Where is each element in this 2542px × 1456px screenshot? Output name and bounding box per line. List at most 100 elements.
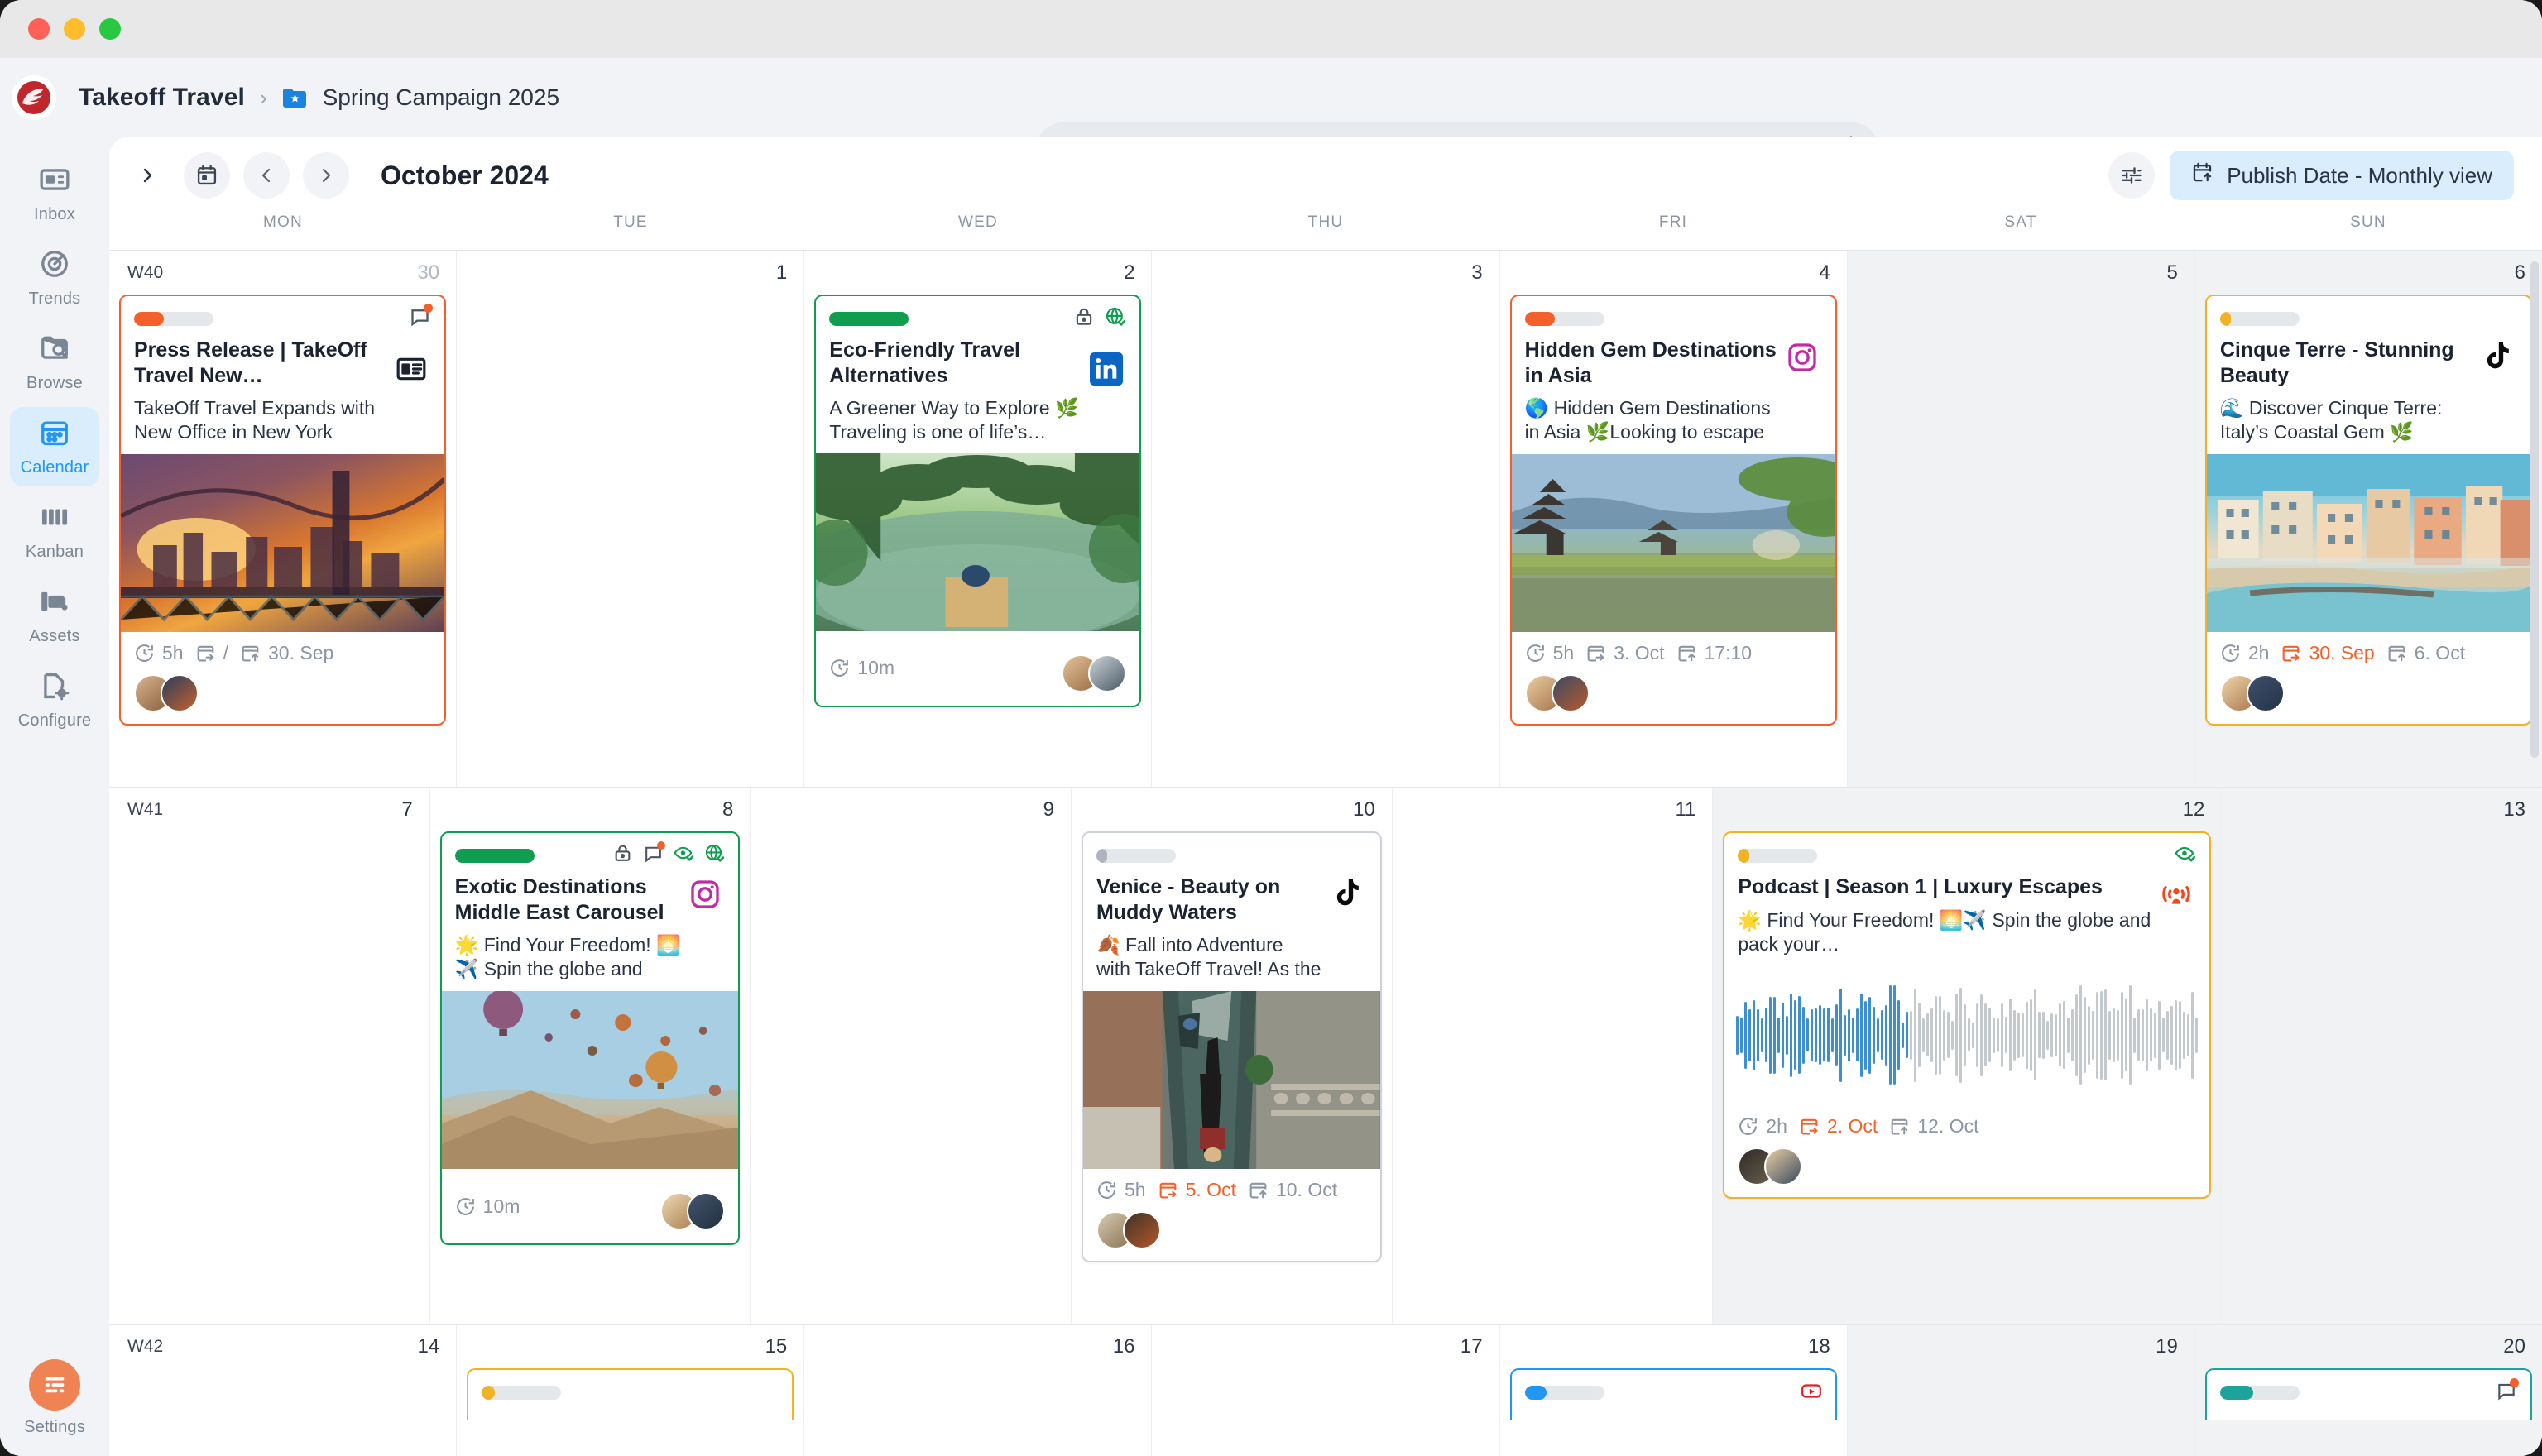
comment-badge-icon[interactable] bbox=[643, 841, 666, 868]
duration-meta: 2h bbox=[2220, 642, 2269, 664]
card-header bbox=[816, 296, 1139, 331]
content-card-hidden-gem[interactable]: Hidden Gem Destinations in Asia 🌎 Hidden… bbox=[1509, 295, 1837, 726]
content-card-press-release[interactable]: Press Release | TakeOff Travel New… Take… bbox=[119, 295, 447, 726]
content-card-podcast[interactable]: Podcast | Season 1 | Luxury Escapes 🌟 Fi… bbox=[1723, 831, 2212, 1200]
comment-badge-icon[interactable] bbox=[409, 304, 434, 332]
day-cell[interactable]: W41 7 bbox=[109, 788, 430, 1324]
publish-date-meta: 30. Sep bbox=[240, 642, 333, 664]
assignee-avatars[interactable] bbox=[660, 1192, 726, 1230]
calendar-toolbar: October 2024 Publish Date - Monthly view bbox=[109, 137, 2542, 213]
publish-date-meta: 10. Oct bbox=[1248, 1179, 1337, 1201]
lock-icon[interactable] bbox=[1073, 306, 1095, 332]
content-card-exotic-destinations[interactable]: Exotic Destinations Middle East Carousel… bbox=[439, 831, 741, 1245]
day-cell[interactable]: W42 14 bbox=[109, 1325, 458, 1456]
day-cell[interactable]: 1 bbox=[457, 251, 805, 787]
sidebar-item-kanban[interactable]: Kanban bbox=[10, 491, 99, 571]
close-window-button[interactable] bbox=[28, 18, 50, 40]
card-body: Cinque Terre - Stunning Beauty 🌊 Discove… bbox=[2207, 331, 2530, 454]
content-card-stub[interactable] bbox=[1509, 1368, 1837, 1420]
assignee-avatars[interactable] bbox=[1524, 674, 1822, 712]
day-cell[interactable]: 18 bbox=[1500, 1325, 1848, 1456]
globe-check-icon[interactable] bbox=[704, 843, 725, 868]
card-meta-row: 5h 5. Oct 10. Oct bbox=[1096, 1179, 1367, 1201]
card-badges bbox=[2175, 843, 2196, 869]
tiktok-icon bbox=[2481, 339, 2517, 376]
assignee-avatars[interactable] bbox=[1096, 1211, 1367, 1249]
assignee-avatars[interactable] bbox=[1738, 1147, 2196, 1186]
day-cell[interactable]: 16 bbox=[804, 1325, 1153, 1456]
minimize-window-button[interactable] bbox=[64, 18, 85, 40]
maximize-window-button[interactable] bbox=[99, 18, 121, 40]
day-number: 6 bbox=[2514, 261, 2525, 284]
day-number-row: 8 bbox=[439, 788, 742, 831]
project-name[interactable]: Spring Campaign 2025 bbox=[323, 84, 559, 111]
day-cell[interactable]: 19 bbox=[1847, 1325, 2195, 1456]
content-card-eco-friendly[interactable]: Eco-Friendly Travel Alternatives A Green… bbox=[814, 295, 1142, 707]
calendar-week-row: W41 7 8 Exotic Destinations Middle East … bbox=[109, 787, 2542, 1324]
sidebar-item-assets[interactable]: Assets bbox=[10, 576, 99, 655]
day-cell[interactable]: 12 Podcast | Season 1 | Luxury Escapes 🌟… bbox=[1713, 788, 2223, 1324]
assignee-avatars[interactable] bbox=[134, 674, 431, 712]
expand-sidebar-button[interactable] bbox=[124, 152, 170, 199]
day-cell[interactable]: 5 bbox=[1847, 251, 2195, 787]
day-cell[interactable]: W40 30 Press Release | TakeOff Travel Ne… bbox=[109, 251, 458, 787]
due-date-meta: 2. Oct bbox=[1799, 1115, 1878, 1138]
duration-value: 2h bbox=[1766, 1115, 1787, 1138]
due-date-meta: / bbox=[195, 642, 228, 664]
assignee-avatars[interactable] bbox=[2219, 674, 2517, 712]
sidebar-item-settings[interactable]: Settings bbox=[10, 1350, 99, 1446]
today-button[interactable] bbox=[184, 152, 230, 199]
sidebar-item-label: Calendar bbox=[20, 457, 89, 477]
card-media-image bbox=[1083, 991, 1380, 1169]
vertical-scrollbar[interactable] bbox=[2530, 261, 2539, 758]
day-number: 4 bbox=[1819, 261, 1830, 284]
view-selector-button[interactable]: Publish Date - Monthly view bbox=[2170, 151, 2514, 200]
previous-month-button[interactable] bbox=[243, 152, 290, 199]
workspace-title[interactable]: Takeoff Travel bbox=[79, 84, 245, 112]
day-number-row: 4 bbox=[1508, 251, 1839, 295]
content-card-venice[interactable]: Venice - Beauty on Muddy Waters 🍂 Fall i… bbox=[1082, 831, 1382, 1262]
day-cell[interactable]: 17 bbox=[1152, 1325, 1500, 1456]
day-cell[interactable]: 11 bbox=[1393, 788, 1714, 1324]
eye-check-icon[interactable] bbox=[2175, 843, 2196, 869]
duration-value: 5h bbox=[1552, 642, 1575, 663]
breadcrumb-separator-icon: › bbox=[259, 84, 267, 110]
day-cell[interactable]: 20 bbox=[2194, 1325, 2542, 1456]
content-card-cinque-terre[interactable]: Cinque Terre - Stunning Beauty 🌊 Discove… bbox=[2204, 295, 2532, 726]
sidebar-item-trends[interactable]: Trends bbox=[10, 238, 99, 318]
globe-check-icon[interactable] bbox=[1105, 306, 1126, 332]
linkedin-icon bbox=[1090, 352, 1126, 389]
day-cell[interactable]: 15 bbox=[457, 1325, 805, 1456]
assets-icon bbox=[39, 586, 70, 621]
sidebar-item-configure[interactable]: Configure bbox=[10, 660, 99, 740]
filter-button[interactable] bbox=[2108, 152, 2156, 199]
day-cell[interactable]: 2 Eco-Friendly Travel Alternatives A Gre… bbox=[804, 251, 1153, 787]
eye-check-icon[interactable] bbox=[674, 843, 694, 868]
card-body: Venice - Beauty on Muddy Waters 🍂 Fall i… bbox=[1083, 868, 1380, 991]
day-cell[interactable]: 9 bbox=[751, 788, 1072, 1324]
publish-date-meta: 6. Oct bbox=[2386, 642, 2465, 664]
comment-badge-icon[interactable] bbox=[2496, 1377, 2519, 1406]
month-title: October 2024 bbox=[381, 160, 549, 190]
content-card-stub[interactable] bbox=[467, 1368, 794, 1420]
card-footer: 5h 5. Oct 10. Oct bbox=[1083, 1169, 1380, 1261]
lock-icon[interactable] bbox=[612, 843, 633, 868]
sidebar-item-browse[interactable]: Browse bbox=[10, 323, 99, 402]
assignee-avatars[interactable] bbox=[1062, 654, 1127, 692]
next-month-button[interactable] bbox=[303, 152, 349, 199]
day-cell[interactable]: 10 Venice - Beauty on Muddy Waters 🍂 Fal… bbox=[1072, 788, 1393, 1324]
day-cell[interactable]: 6 Cinque Terre - Stunning Beauty 🌊 Disco… bbox=[2194, 251, 2542, 787]
weekday-header: TUE bbox=[613, 213, 648, 231]
day-number: 10 bbox=[1352, 798, 1375, 821]
day-cell[interactable]: 13 bbox=[2222, 788, 2542, 1324]
card-body: Exotic Destinations Middle East Carousel… bbox=[442, 868, 739, 991]
sidebar-item-calendar[interactable]: Calendar bbox=[10, 407, 99, 486]
day-cell[interactable]: 3 bbox=[1152, 251, 1500, 787]
card-description: 🌟 Find Your Freedom! 🌅✈️ Spin the globe … bbox=[454, 934, 680, 983]
content-card-stub[interactable] bbox=[2204, 1368, 2532, 1420]
card-texts: Hidden Gem Destinations in Asia 🌎 Hidden… bbox=[1525, 338, 1777, 446]
day-cell[interactable]: 4 Hidden Gem Destinations in Asia 🌎 Hidd… bbox=[1500, 251, 1848, 787]
sidebar-item-inbox[interactable]: Inbox bbox=[10, 154, 99, 233]
card-media-image bbox=[441, 991, 739, 1169]
day-cell[interactable]: 8 Exotic Destinations Middle East Carous… bbox=[430, 788, 751, 1324]
